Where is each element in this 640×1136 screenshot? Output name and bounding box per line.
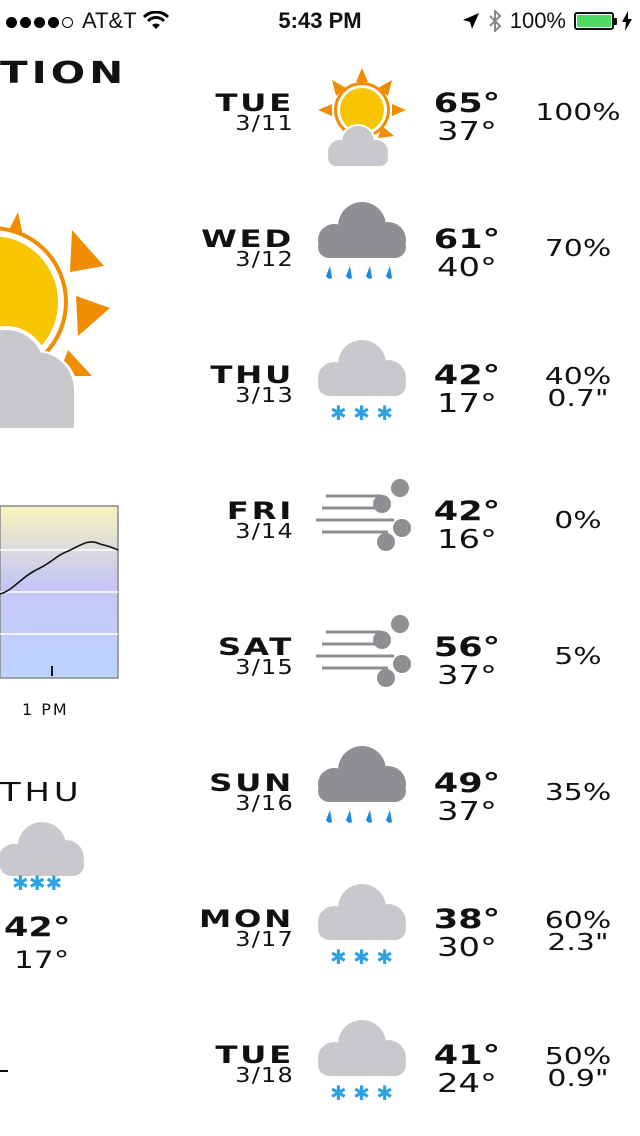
forecast-temps: 65° 37° [422, 88, 512, 147]
high-temp: 49° [433, 768, 501, 799]
side-day-high: 42° [4, 912, 71, 943]
precip-info: 70% [513, 236, 640, 262]
precip-chance: 70% [544, 236, 612, 262]
precip-info: 35% [513, 780, 640, 806]
forecast-row[interactable]: FRI 3/14 42° 16° 0% [180, 458, 640, 578]
svg-text:✱ ✱ ✱: ✱ ✱ ✱ [330, 1081, 393, 1105]
high-temp: 42° [433, 360, 501, 391]
high-temp: 56° [433, 632, 501, 663]
bluetooth-icon [489, 10, 502, 32]
precip-info: 50% 0.9" [513, 1044, 640, 1092]
side-day-name: THU [0, 778, 83, 808]
forecast-day: MON 3/17 [154, 907, 294, 950]
low-temp: 40° [437, 253, 497, 283]
snow-cloud-icon: ✱✱✱ [0, 822, 84, 894]
high-temp: 42° [433, 496, 501, 527]
forecast-row[interactable]: MON 3/17 ✱ ✱ ✱ 38° 30° 60% 2.3" [180, 866, 640, 986]
day-date: 3/16 [235, 791, 294, 815]
side-day-low: 17° [14, 946, 70, 974]
status-bar: AT&T 5:43 PM 100% [0, 0, 640, 40]
forecast-row[interactable]: TUE 3/11 65° 37° 100% [180, 50, 640, 170]
rain-cloud-icon [318, 746, 406, 823]
snow-cloud-icon: ✱ ✱ ✱ [318, 340, 406, 425]
svg-text:✱ ✱ ✱: ✱ ✱ ✱ [330, 401, 393, 425]
high-temp: 41° [433, 1040, 501, 1071]
forecast-row[interactable]: THU 3/13 ✱ ✱ ✱ 42° 17° 40% 0.7" [180, 322, 640, 442]
current-condition-icon [0, 212, 110, 434]
battery-icon [574, 12, 617, 30]
day-date: 3/18 [235, 1063, 294, 1087]
low-temp: 30° [437, 933, 497, 963]
day-date: 3/17 [235, 927, 294, 951]
battery-percent: 100% [509, 8, 566, 33]
precip-chance: 5% [554, 644, 602, 670]
forecast-row[interactable]: SAT 3/15 56° 37° 5% [180, 594, 640, 714]
forecast-temps: 56° 37° [422, 632, 512, 691]
low-temp: 37° [437, 117, 497, 147]
low-temp: 17° [437, 389, 497, 419]
precip-chance: 60% [544, 908, 612, 934]
precip-amount: 0.9" [547, 1066, 609, 1092]
precip-info: 0% [513, 508, 640, 534]
location-arrow-icon [462, 13, 479, 29]
rain-cloud-icon [318, 202, 406, 279]
forecast-row[interactable]: SUN 3/16 49° 37° 35% [180, 730, 640, 850]
hourly-temperature-chart [0, 505, 119, 679]
forecast-day: FRI 3/14 [154, 499, 294, 542]
forecast-day: SAT 3/15 [154, 635, 294, 678]
forecast-row[interactable]: WED 3/12 61° 40° 70% [180, 186, 640, 306]
forecast-temps: 41° 24° [422, 1040, 512, 1099]
high-temp: 38° [433, 904, 501, 935]
precip-amount: 2.3" [547, 930, 609, 956]
forecast-day: THU 3/13 [154, 363, 294, 406]
forecast-day: SUN 3/16 [154, 771, 294, 814]
day-date: 3/12 [235, 247, 294, 271]
forecast-temps: 38° 30° [422, 904, 512, 963]
low-temp: 16° [437, 525, 497, 555]
forecast-day: TUE 3/18 [154, 1043, 294, 1086]
divider-mark [0, 1070, 8, 1072]
forecast-day: WED 3/12 [154, 227, 294, 270]
day-date: 3/11 [235, 111, 294, 135]
forecast-temps: 49° 37° [422, 768, 512, 827]
precip-chance: 100% [535, 100, 621, 126]
precip-chance: 50% [544, 1044, 612, 1070]
low-temp: 37° [437, 661, 497, 691]
sun-cloud-icon [318, 68, 406, 166]
precip-chance: 35% [544, 780, 612, 806]
precip-chance: 40% [544, 364, 612, 390]
high-temp: 65° [433, 88, 501, 119]
cloud-icon [0, 326, 78, 434]
low-temp: 24° [437, 1069, 497, 1099]
forecast-temps: 42° 17° [422, 360, 512, 419]
precip-info: 5% [513, 644, 640, 670]
snow-cloud-icon: ✱ ✱ ✱ [318, 1020, 406, 1105]
forecast-temps: 61° 40° [422, 224, 512, 283]
precip-info: 40% 0.7" [513, 364, 640, 412]
high-temp: 61° [433, 224, 501, 255]
wind-icon [316, 615, 411, 687]
day-date: 3/15 [235, 655, 294, 679]
svg-text:✱✱✱: ✱✱✱ [12, 871, 62, 894]
snow-cloud-icon: ✱ ✱ ✱ [318, 884, 406, 969]
precip-chance: 0% [554, 508, 602, 534]
svg-text:✱ ✱ ✱: ✱ ✱ ✱ [330, 945, 393, 969]
forecast-day: TUE 3/11 [154, 91, 294, 134]
chart-time-label: 1 PM [22, 700, 69, 719]
low-temp: 37° [437, 797, 497, 827]
day-date: 3/14 [235, 519, 294, 543]
forecast-row[interactable]: TUE 3/18 ✱ ✱ ✱ 41° 24° 50% 0.9" [180, 1002, 640, 1122]
forecast-temps: 42° 16° [422, 496, 512, 555]
wind-icon [316, 479, 411, 551]
precip-info: 60% 2.3" [513, 908, 640, 956]
precip-info: 100% [513, 100, 640, 126]
precip-amount: 0.7" [547, 386, 609, 412]
location-title: TION [0, 56, 128, 91]
charging-bolt-icon [622, 11, 632, 31]
day-date: 3/13 [235, 383, 294, 407]
